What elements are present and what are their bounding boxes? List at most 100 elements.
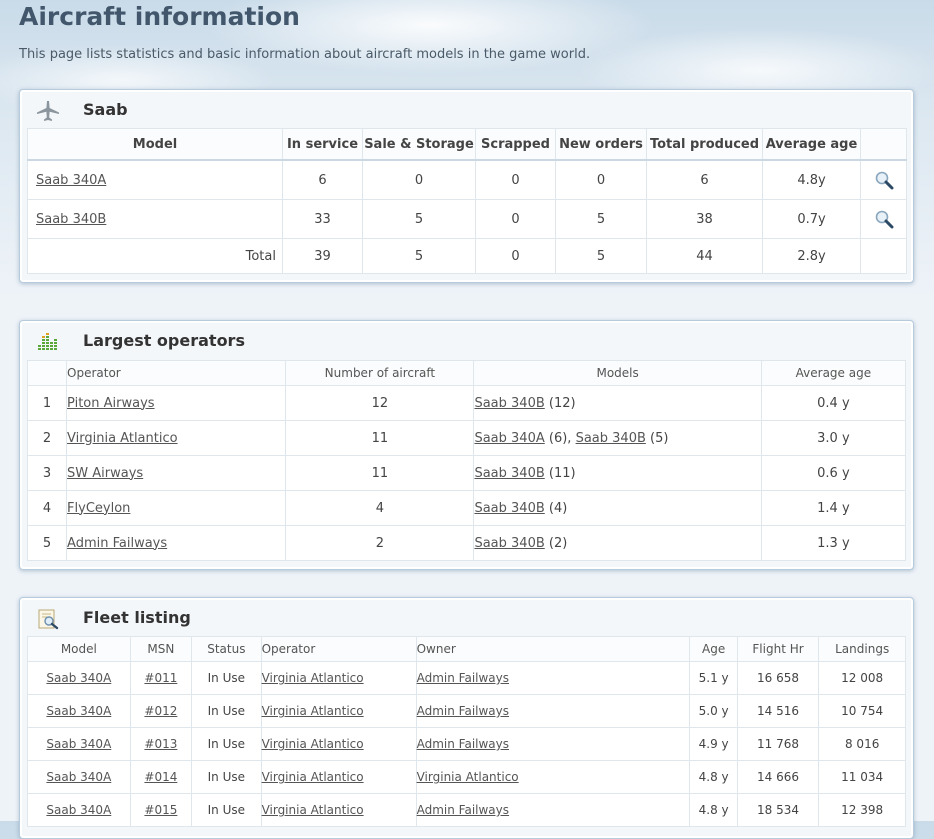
operator-link[interactable]: Virginia Atlantico <box>262 770 364 784</box>
msn-link[interactable]: #014 <box>144 770 177 784</box>
msn-link[interactable]: #013 <box>144 737 177 751</box>
column-header: Scrapped <box>475 128 556 161</box>
largest-operators-panel: Largest operators Operator Number of air… <box>19 320 914 570</box>
total-row: Total 39 5 0 5 44 2.8y <box>27 238 907 274</box>
owner-link[interactable]: Admin Failways <box>417 737 509 751</box>
model-link[interactable]: Saab 340A <box>46 803 111 817</box>
column-header: MSN <box>129 636 193 662</box>
column-header: Age <box>689 636 738 662</box>
operator-link[interactable]: Virginia Atlantico <box>262 704 364 718</box>
model-link[interactable]: Saab 340A <box>36 173 106 188</box>
average-age-cell: 4.8y <box>762 159 861 200</box>
manufacturer-stats-table: Model In service Sale & Storage Scrapped… <box>27 128 907 274</box>
fleet-listing-panel: Fleet listing Model MSN Status Operator … <box>19 597 914 839</box>
total-in-service: 39 <box>282 238 363 274</box>
page-title: Aircraft information <box>19 2 300 31</box>
model-count: (6), <box>548 430 572 446</box>
average-age-cell: 0.7y <box>762 199 861 239</box>
model-count: (12) <box>548 395 576 411</box>
model-link[interactable]: Saab 340B <box>474 536 544 551</box>
operator-link[interactable]: Piton Airways <box>67 396 155 411</box>
panel-header: Saab <box>20 90 913 128</box>
magnifier-icon[interactable] <box>874 170 894 190</box>
operator-link[interactable]: Virginia Atlantico <box>67 431 178 446</box>
owner-link[interactable]: Virginia Atlantico <box>417 770 519 784</box>
column-header: Landings <box>818 636 906 662</box>
model-link[interactable]: Saab 340B <box>36 212 106 227</box>
total-scrapped: 0 <box>475 238 556 274</box>
table-row: Saab 340A #012 In Use Virginia Atlantico… <box>27 694 906 728</box>
column-header: Total produced <box>646 128 763 161</box>
column-header: Average age <box>760 360 907 386</box>
table-row: Saab 340B 33 5 0 5 38 0.7y <box>27 199 907 239</box>
model-link[interactable]: Saab 340B <box>576 431 646 446</box>
status-cell: In Use <box>191 661 262 695</box>
total-average-age: 2.8y <box>762 238 861 274</box>
operator-link[interactable]: Admin Failways <box>67 536 167 551</box>
flight-hours-cell: 11 768 <box>736 727 820 761</box>
model-link[interactable]: Saab 340B <box>474 466 544 481</box>
msn-link[interactable]: #012 <box>144 704 177 718</box>
table-row: 3 SW Airways 11 Saab 340B (11) 0.6 y <box>26 455 907 491</box>
panel-header: Fleet listing <box>20 598 913 636</box>
table-row: 5 Admin Failways 2 Saab 340B (2) 1.3 y <box>26 525 907 561</box>
average-age-cell: 1.4 y <box>760 490 907 526</box>
operator-link[interactable]: Virginia Atlantico <box>262 737 364 751</box>
model-link[interactable]: Saab 340A <box>46 671 111 685</box>
model-link[interactable]: Saab 340B <box>474 396 544 411</box>
age-cell: 4.8 y <box>689 760 738 794</box>
model-link[interactable]: Saab 340A <box>46 770 111 784</box>
table-header-row: Operator Number of aircraft Models Avera… <box>26 360 907 386</box>
model-link[interactable]: Saab 340B <box>474 501 544 516</box>
document-search-icon <box>38 609 59 630</box>
panel-title: Fleet listing <box>83 608 191 627</box>
model-link[interactable]: Saab 340A <box>474 431 544 446</box>
total-produced-cell: 6 <box>646 159 763 200</box>
model-count: (4) <box>548 500 568 516</box>
column-header: Status <box>191 636 262 662</box>
age-cell: 5.1 y <box>689 661 738 695</box>
column-header: Average age <box>762 128 861 161</box>
average-age-cell: 0.4 y <box>760 385 907 421</box>
table-row: Saab 340A #013 In Use Virginia Atlantico… <box>27 727 906 761</box>
table-row: 4 FlyCeylon 4 Saab 340B (4) 1.4 y <box>26 490 907 526</box>
panel-title: Saab <box>83 100 128 119</box>
models-cell: Saab 340B (4) <box>473 490 762 526</box>
landings-cell: 11 034 <box>818 760 906 794</box>
aircraft-count-cell: 12 <box>285 385 475 421</box>
owner-link[interactable]: Admin Failways <box>417 803 509 817</box>
msn-link[interactable]: #011 <box>144 671 177 685</box>
column-header: Models <box>473 360 762 386</box>
flight-hours-cell: 14 516 <box>736 694 820 728</box>
model-link[interactable]: Saab 340A <box>46 737 111 751</box>
rank-cell: 5 <box>26 525 68 561</box>
magnifier-icon[interactable] <box>874 209 894 229</box>
status-cell: In Use <box>191 694 262 728</box>
table-row: Saab 340A #015 In Use Virginia Atlantico… <box>27 793 906 827</box>
table-header-row: Model In service Sale & Storage Scrapped… <box>27 128 907 161</box>
owner-link[interactable]: Admin Failways <box>417 704 509 718</box>
column-header: Operator <box>260 636 417 662</box>
rank-cell: 2 <box>26 420 68 456</box>
landings-cell: 8 016 <box>818 727 906 761</box>
flight-hours-cell: 16 658 <box>736 661 820 695</box>
column-header: New orders <box>555 128 647 161</box>
msn-link[interactable]: #015 <box>144 803 177 817</box>
column-header: Owner <box>415 636 691 662</box>
operator-link[interactable]: Virginia Atlantico <box>262 803 364 817</box>
average-age-cell: 0.6 y <box>760 455 907 491</box>
aircraft-count-cell: 2 <box>285 525 475 561</box>
status-cell: In Use <box>191 793 262 827</box>
rank-cell: 3 <box>26 455 68 491</box>
model-link[interactable]: Saab 340A <box>46 704 111 718</box>
operator-link[interactable]: SW Airways <box>67 466 143 481</box>
new-orders-cell: 5 <box>555 199 647 239</box>
operator-link[interactable]: FlyCeylon <box>67 501 130 516</box>
table-row: Saab 340A 6 0 0 0 6 4.8y <box>27 159 907 200</box>
column-header: Sale & Storage <box>362 128 476 161</box>
flight-hours-cell: 18 534 <box>736 793 820 827</box>
operator-link[interactable]: Virginia Atlantico <box>262 671 364 685</box>
total-produced: 44 <box>646 238 763 274</box>
in-service-cell: 33 <box>282 199 363 239</box>
owner-link[interactable]: Admin Failways <box>417 671 509 685</box>
